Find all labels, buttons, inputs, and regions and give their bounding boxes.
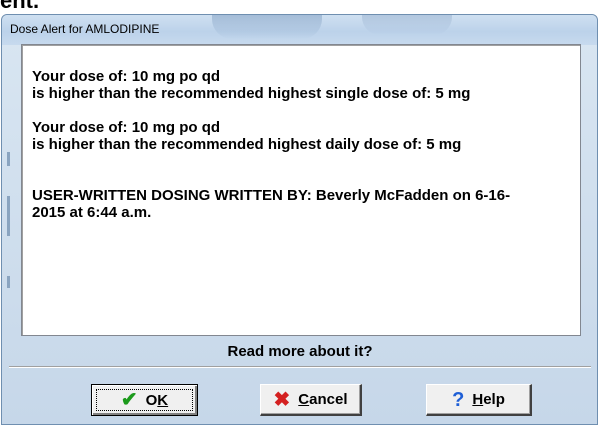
message-line: Your dose of: 10 mg po qd <box>32 68 221 85</box>
ok-button[interactable]: ✔ OK <box>91 384 198 416</box>
message-line: is higher than the recommended highest s… <box>32 85 471 102</box>
title-bar-glow <box>212 15 322 39</box>
cancel-button-label: Cancel <box>298 391 348 408</box>
dialog-title: Dose Alert for AMLODIPINE <box>10 22 160 36</box>
help-icon: ? <box>452 388 465 411</box>
help-button-label: Help <box>472 391 505 408</box>
window-edge-mark <box>7 196 10 236</box>
ok-button-label: OK <box>145 391 169 409</box>
window-edge-mark <box>7 276 10 288</box>
message-line: USER-WRITTEN DOSING WRITTEN BY: Beverly … <box>32 187 511 204</box>
x-icon: ✖ <box>273 388 291 411</box>
message-line: Your dose of: 10 mg po qd <box>32 119 221 136</box>
alert-message-box[interactable]: Your dose of: 10 mg po qd is higher than… <box>21 44 581 336</box>
help-button[interactable]: ? Help <box>426 384 532 416</box>
check-icon: ✔ <box>120 389 138 411</box>
title-bar[interactable]: Dose Alert for AMLODIPINE <box>2 15 597 45</box>
message-line: is higher than the recommended highest d… <box>32 136 462 153</box>
focus-rectangle <box>96 389 193 411</box>
read-more-link[interactable]: Read more about it? <box>0 343 600 361</box>
window-edge-mark <box>7 152 10 166</box>
title-bar-glow <box>362 15 452 35</box>
cancel-button[interactable]: ✖ Cancel <box>260 384 362 416</box>
message-line: 2015 at 6:44 a.m. <box>32 204 152 221</box>
